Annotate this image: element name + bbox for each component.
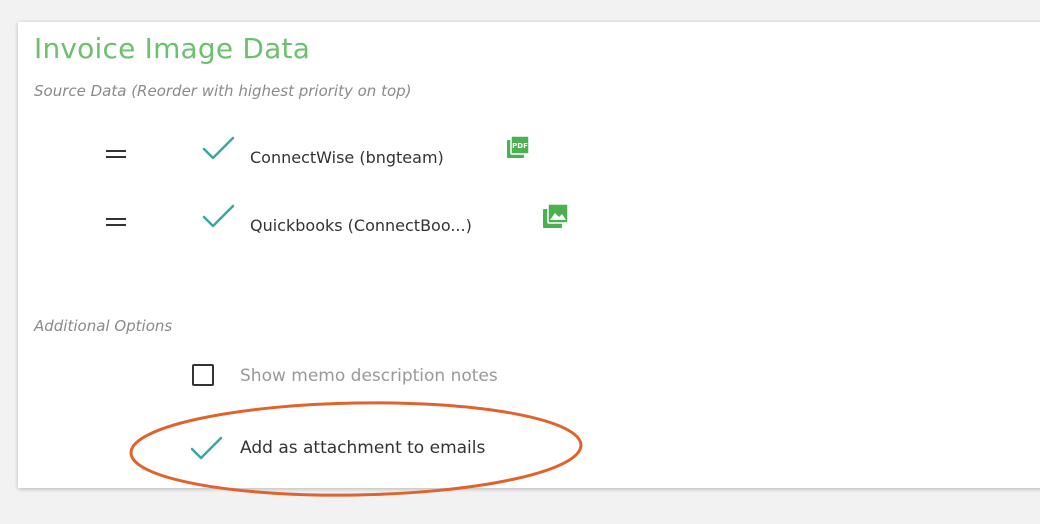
source-label: Quickbooks (ConnectBoo...) xyxy=(250,216,472,235)
pdf-icon-text: PDF xyxy=(512,142,528,150)
add-attachment-label[interactable]: Add as attachment to emails xyxy=(240,438,485,458)
image-icon[interactable] xyxy=(542,203,570,229)
source-row-connectwise[interactable]: ConnectWise (bngteam) PDF xyxy=(18,134,718,178)
invoice-image-data-panel: Invoice Image Data Source Data (Reorder … xyxy=(18,22,1040,488)
additional-options-label: Additional Options xyxy=(34,317,173,335)
show-memo-checkbox[interactable] xyxy=(192,364,214,386)
source-label: ConnectWise (bngteam) xyxy=(250,148,444,167)
add-attachment-checkmark-icon[interactable] xyxy=(188,434,224,462)
panel-title: Invoice Image Data xyxy=(34,32,311,65)
panel-subtitle: Source Data (Reorder with highest priori… xyxy=(34,82,412,100)
pdf-icon[interactable]: PDF xyxy=(506,135,530,159)
checkmark-icon[interactable] xyxy=(200,202,236,230)
drag-handle-icon[interactable] xyxy=(106,150,126,162)
drag-handle-icon[interactable] xyxy=(106,218,126,230)
source-row-quickbooks[interactable]: Quickbooks (ConnectBoo...) xyxy=(18,202,718,246)
checkmark-icon[interactable] xyxy=(200,134,236,162)
show-memo-label[interactable]: Show memo description notes xyxy=(240,366,498,386)
